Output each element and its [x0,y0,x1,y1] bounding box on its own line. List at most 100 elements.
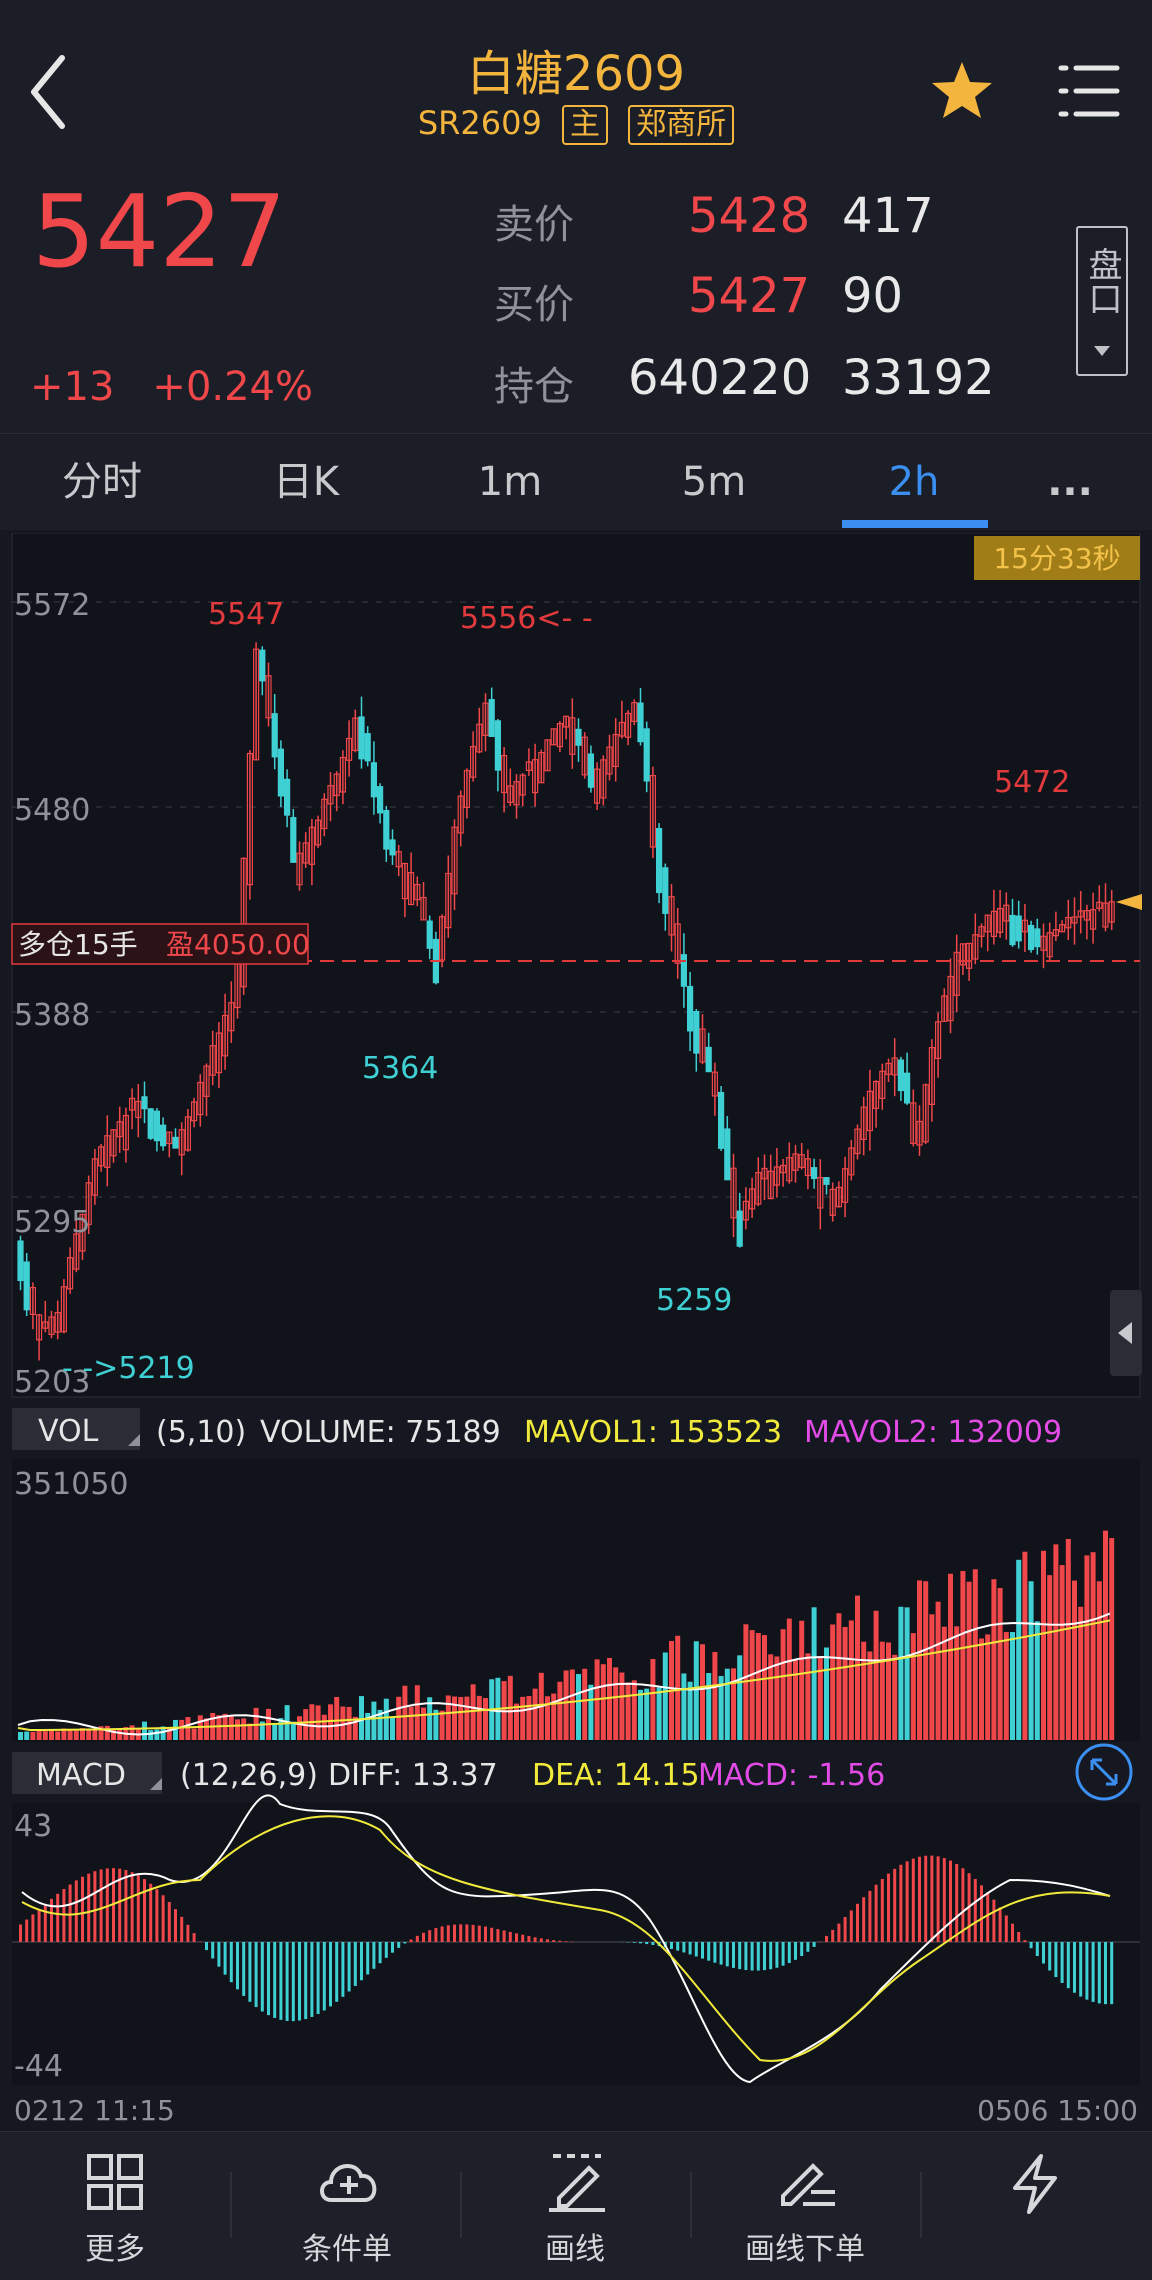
expand-chart-icon[interactable] [1077,1745,1131,1799]
macd-bar [1048,1942,1051,1971]
macd-bar [856,1904,859,1942]
candle [384,811,389,849]
draw-line-order-button[interactable]: 画线下单 [690,2132,920,2280]
annotation-start-5219: - ->5219 [62,1351,195,1386]
macd-bar [868,1891,871,1942]
candle [148,1109,153,1138]
candle [161,1125,166,1145]
volume-bar [632,1680,637,1740]
candle [495,721,500,770]
macd-bar [887,1874,890,1942]
tab-1m[interactable]: 1m [408,434,612,530]
macd-bar [1011,1924,1014,1942]
macd-bar [906,1861,909,1942]
order-book-toggle[interactable]: 盘口 [1076,226,1128,376]
macd-bar [732,1942,735,1968]
volume-bar [867,1651,872,1740]
favorite-star-icon[interactable] [930,58,994,122]
volume-bar [37,1730,42,1740]
macd-bar [205,1942,208,1950]
macd-bar [143,1879,146,1942]
volume-bar [929,1614,934,1740]
bid-label: 买价 [494,272,574,330]
macd-bar [261,1942,264,2011]
time-axis-start: 0212 11:15 [14,2094,175,2127]
volume-bar [384,1699,389,1740]
period-tabs: 分时 日K 1m 5m 2h ... [0,433,1152,530]
volume-bar [322,1715,327,1740]
volume-bar [564,1670,569,1740]
volume-bar [68,1729,73,1740]
macd-bar [137,1875,140,1942]
volume-bar [514,1704,519,1740]
volume-bar [998,1588,1003,1740]
tab-intraday[interactable]: 分时 [0,434,204,530]
more-tabs-button[interactable]: ... [1010,434,1130,530]
volume-bar [49,1729,54,1740]
open-interest-label: 持仓 [494,354,574,412]
volume-bar [849,1620,854,1740]
macd-bar [1104,1942,1107,2004]
macd-bar [310,1942,313,2017]
more-label: 更多 [0,2224,230,2268]
macd-bar [689,1942,692,1954]
candle [588,754,593,787]
pen-order-icon [775,2152,839,2214]
last-price: 5427 [32,182,287,282]
volume-bar [905,1607,910,1740]
main-contract-badge: 主 [562,105,608,145]
volume-bar [446,1695,451,1740]
macd-bar [255,1942,258,2007]
draw-line-button[interactable]: 画线 [460,2132,690,2280]
macd-bar [25,1920,28,1942]
more-button[interactable]: 更多 [0,2132,230,2280]
vol-params: (5,10) [156,1415,246,1450]
menu-list-icon[interactable] [1058,62,1120,120]
order-book-label: 盘口 [1081,236,1123,326]
y-tick-5388: 5388 [14,998,90,1033]
volume-bar [235,1719,240,1740]
macd-indicator-tag[interactable]: MACD [36,1758,126,1793]
macd-bar [546,1939,549,1942]
macd-bar [1073,1942,1076,1993]
macd-bar [670,1942,673,1949]
volume-bar [458,1697,463,1740]
tab-5m[interactable]: 5m [612,434,816,530]
macd-bar [162,1895,165,1942]
macd-bar [1023,1940,1026,1942]
volume-bar [402,1686,407,1740]
macd-bar [484,1927,487,1942]
active-tab-indicator [842,520,988,528]
macd-bar [44,1904,47,1942]
macd-bar [509,1932,512,1942]
volume-bar [626,1682,631,1740]
conditional-order-button[interactable]: 条件单 [232,2132,462,2280]
kline-chart[interactable]: 15分33秒 5572 5480 5388 5295 5203 5547 555… [0,533,1152,2133]
volume-bar [415,1685,420,1740]
volume-bar [1004,1632,1009,1740]
lightning-button[interactable] [920,2132,1150,2280]
bid-volume: 90 [842,268,903,324]
volume-bar [421,1708,426,1740]
annotation-high-5472: 5472 [994,765,1070,800]
cloud-plus-icon [317,2152,381,2212]
macd-bar [379,1942,382,1963]
volume-bar [880,1642,885,1740]
caret-down-icon [1092,344,1112,358]
tab-2h[interactable]: 2h [816,434,1012,530]
tab-daily-k[interactable]: 日K [204,434,408,530]
volume-bar [1010,1632,1015,1740]
macd-bar [174,1909,177,1942]
macd-bar [999,1907,1002,1942]
macd-value: MACD: -1.56 [698,1758,885,1793]
macd-bar [831,1930,834,1942]
candle [278,749,283,796]
candle [154,1111,159,1140]
volume-bar [601,1664,606,1740]
macd-bar [56,1894,59,1942]
candle [371,763,376,797]
volume-bar [229,1716,234,1740]
volume-bar [805,1653,810,1740]
vol-indicator-tag[interactable]: VOL [38,1414,99,1449]
macd-bar [87,1874,90,1942]
